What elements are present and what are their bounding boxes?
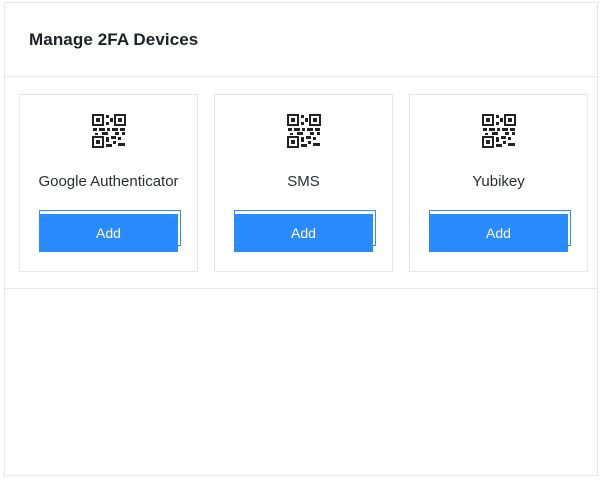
qr-code-icon [481,114,516,148]
qr-code-icon [91,114,126,148]
page-title: Manage 2FA Devices [29,29,199,49]
device-name: SMS [287,173,320,190]
panel-header: Manage 2FA Devices [5,3,597,77]
device-card-yubikey: Yubikey Add [409,94,588,272]
device-name: Google Authenticator [38,173,179,190]
add-sms-button[interactable]: Add [234,214,373,252]
add-button-wrap: Add [39,210,181,252]
device-list: Google Authenticator Add SMS Add Yubikey… [5,77,597,289]
qr-code-icon [286,114,321,148]
manage-2fa-panel: Manage 2FA Devices Google Authenticator … [4,2,598,476]
device-card-sms: SMS Add [214,94,393,272]
add-google-authenticator-button[interactable]: Add [39,214,178,252]
add-yubikey-button[interactable]: Add [429,214,568,252]
device-name: Yubikey [472,173,525,190]
device-card-google-authenticator: Google Authenticator Add [19,94,198,272]
add-button-wrap: Add [429,210,571,252]
add-button-wrap: Add [234,210,376,252]
